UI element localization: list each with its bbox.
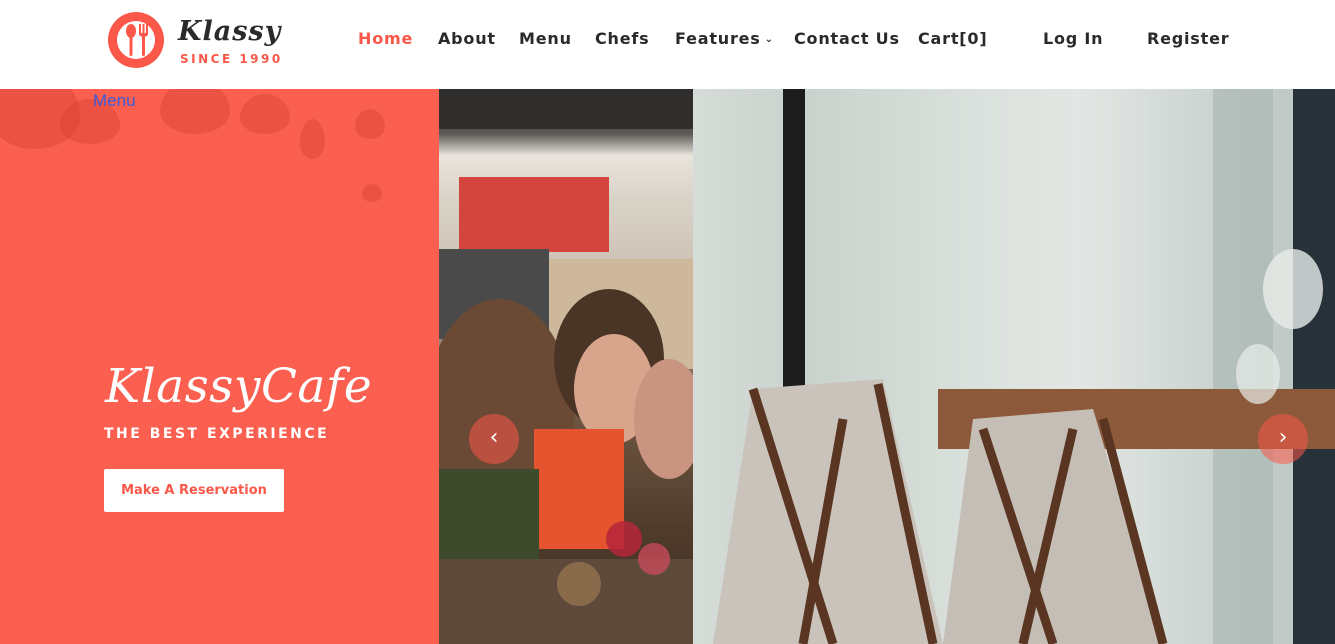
hero-panel: Menu KlassyCafe THE BEST EXPERIENCE Make… [0, 89, 439, 644]
nav-features[interactable]: Features ⌄ [675, 29, 774, 49]
nav-home[interactable]: Home [358, 29, 413, 49]
fork-spoon-logo-icon [108, 12, 164, 68]
leaf-decoration [355, 109, 385, 139]
chevron-left-icon: ‹ [489, 425, 499, 450]
leaf-decoration [300, 119, 325, 159]
menu-link[interactable]: Menu [93, 91, 136, 111]
brand-logo[interactable]: Klassy SINCE 1990 [108, 12, 288, 72]
diners-photo [439, 89, 693, 644]
site-header: Klassy SINCE 1990 Home About Menu Chefs … [0, 0, 1335, 89]
chevron-down-icon: ⌄ [764, 34, 774, 45]
leaf-decoration [240, 94, 290, 134]
restaurant-photo [693, 89, 1335, 644]
leaf-decoration [362, 184, 382, 202]
carousel-next-button[interactable]: › [1258, 414, 1308, 464]
nav-features-label: Features [675, 29, 761, 48]
hero-tagline: THE BEST EXPERIENCE [104, 426, 330, 442]
hero-carousel: Menu KlassyCafe THE BEST EXPERIENCE Make… [0, 89, 1335, 644]
carousel-prev-button[interactable]: ‹ [469, 414, 519, 464]
nav-cart[interactable]: Cart[0] [918, 29, 987, 49]
nav-about[interactable]: About [438, 29, 496, 49]
leaf-decoration [160, 89, 230, 134]
make-reservation-button[interactable]: Make A Reservation [104, 469, 284, 512]
hero-title: KlassyCafe [105, 359, 373, 414]
nav-login[interactable]: Log In [1043, 29, 1103, 49]
brand-since: SINCE 1990 [180, 52, 283, 66]
brand-name: Klassy [178, 16, 282, 47]
nav-contact[interactable]: Contact Us [794, 29, 900, 49]
nav-register[interactable]: Register [1147, 29, 1229, 49]
nav-menu[interactable]: Menu [519, 29, 572, 49]
nav-chefs[interactable]: Chefs [595, 29, 649, 49]
chevron-right-icon: › [1278, 425, 1288, 450]
